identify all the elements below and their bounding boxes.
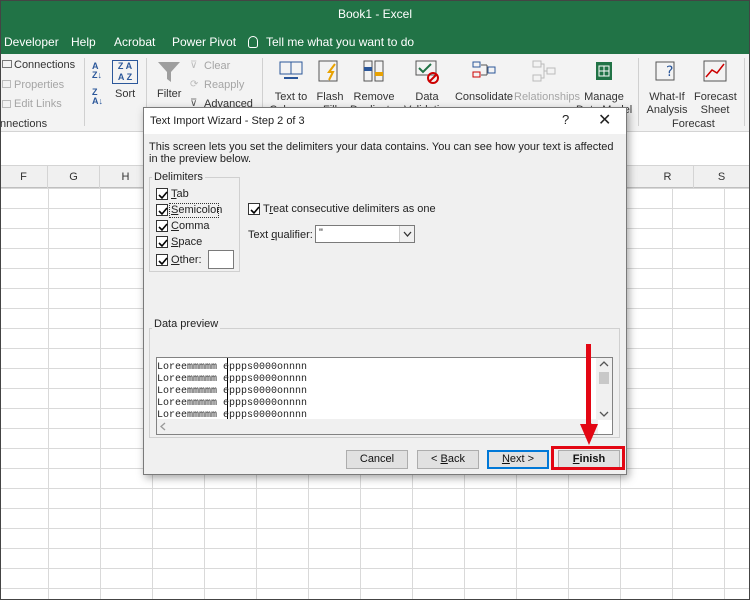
column-header-r[interactable]: R — [642, 166, 694, 188]
preview-rows: Loreemmmmm eppps0000onnnn Loreemmmmm epp… — [157, 362, 307, 422]
window-title: Book1 - Excel — [337, 7, 413, 21]
red-arrow-icon — [580, 344, 598, 445]
remove-duplicates-icon — [363, 60, 384, 82]
clear-button[interactable]: Clear — [204, 60, 230, 72]
data-preview-label: Data preview — [152, 318, 221, 330]
text-import-wizard-dialog: Text Import Wizard - Step 2 of 3 ? ✕ Thi… — [143, 107, 627, 475]
column-header-g[interactable]: G — [48, 166, 100, 188]
properties-icon — [2, 80, 11, 88]
back-button[interactable]: < Back — [417, 450, 479, 469]
consolidate-label: Consolidate — [454, 91, 514, 103]
data-preview-box[interactable]: Loreemmmmm eppps0000onnnn Loreemmmmm epp… — [156, 357, 613, 435]
data-model-icon — [596, 62, 612, 80]
next-button[interactable]: Next > — [487, 450, 549, 469]
sort-az-icon: A Z↓ — [92, 61, 102, 80]
connections-icon — [2, 60, 12, 68]
forecast-sheet-icon — [703, 60, 727, 82]
finish-highlight-box — [551, 446, 625, 470]
lightbulb-icon — [248, 36, 258, 48]
text-to-columns-icon — [279, 61, 303, 79]
filter-icon — [158, 62, 180, 82]
edit-links-button[interactable]: Edit Links — [14, 98, 62, 110]
cancel-button[interactable]: Cancel — [346, 450, 408, 469]
properties-button[interactable]: Properties — [14, 79, 64, 91]
data-validation-icon — [415, 60, 439, 84]
scroll-down-icon — [599, 411, 609, 417]
consolidate-button[interactable]: Consolidate — [454, 58, 514, 103]
edit-links-icon — [2, 100, 11, 108]
title-bar: Book1 - Excel — [0, 0, 750, 30]
space-label: Space — [171, 236, 203, 248]
flash-fill-icon — [318, 60, 338, 82]
semicolon-label: Semicolon — [171, 204, 223, 216]
relationships-icon — [532, 60, 556, 82]
connections-group-label: nnections — [0, 118, 48, 130]
space-checkbox[interactable] — [156, 236, 168, 248]
reapply-icon: ⟳ — [190, 79, 199, 90]
text-qualifier-value: " — [319, 227, 323, 239]
tab-developer[interactable]: Developer — [4, 35, 59, 49]
preview-row: Loreemmmmm eppps0000onnnn — [157, 362, 308, 373]
checkmark-icon — [158, 207, 168, 216]
checkmark-icon — [158, 257, 168, 266]
scroll-up-icon — [599, 361, 609, 367]
checkmark-icon — [158, 223, 168, 232]
forecast-group-label: Forecast — [672, 118, 715, 130]
tab-checkbox[interactable] — [156, 188, 168, 200]
reapply-button[interactable]: Reapply — [204, 79, 244, 91]
other-label: Other: — [171, 254, 202, 266]
comma-label: Comma — [171, 220, 210, 232]
forecast-sheet-label: Forecast Sheet — [694, 91, 737, 116]
semicolon-checkbox[interactable] — [156, 204, 168, 216]
sort-za-icon: Z A↓ — [92, 87, 103, 106]
checkmark-icon — [158, 239, 168, 248]
text-qualifier-label: Text qualifier: — [248, 229, 313, 241]
checkmark-icon — [250, 206, 260, 215]
sort-button[interactable]: Sort — [115, 88, 135, 100]
chevron-down-icon[interactable] — [399, 226, 414, 242]
preview-row: Loreemmmmm eppps0000onnnn — [157, 398, 308, 409]
consolidate-icon — [472, 61, 496, 78]
column-header-s[interactable]: S — [694, 166, 750, 188]
forecast-sheet-button[interactable]: Forecast Sheet — [694, 58, 737, 117]
text-qualifier-select[interactable]: " — [315, 225, 415, 243]
treat-consecutive-checkbox[interactable] — [248, 203, 260, 215]
preview-row: Loreemmmmm eppps0000onnnn — [157, 386, 308, 397]
relationships-button[interactable]: Relationships — [514, 58, 581, 103]
column-header-f[interactable]: F — [0, 166, 48, 188]
tell-me-search[interactable]: Tell me what you want to do — [248, 35, 414, 49]
scroll-thumb — [599, 372, 609, 384]
tab-label: Tab — [171, 188, 189, 200]
dialog-titlebar: Text Import Wizard - Step 2 of 3 ? ✕ — [144, 108, 626, 134]
dialog-description: This screen lets you set the delimiters … — [149, 141, 614, 165]
treat-consecutive-label: Treat consecutive delimiters as one — [263, 203, 436, 215]
what-if-analysis-button[interactable]: ? What-If Analysis — [642, 58, 692, 117]
scroll-left-icon — [160, 422, 166, 431]
clear-icon: ⊽ — [190, 60, 198, 71]
dialog-title: Text Import Wizard - Step 2 of 3 — [150, 115, 305, 127]
ribbon-tabs: Developer Help Acrobat Power Pivot Tell … — [0, 30, 750, 54]
close-icon[interactable]: ✕ — [598, 110, 611, 130]
filter-button[interactable]: Filter — [157, 88, 181, 100]
tab-help[interactable]: Help — [71, 35, 96, 49]
tab-acrobat[interactable]: Acrobat — [114, 35, 155, 49]
horizontal-scrollbar[interactable] — [157, 419, 598, 434]
tab-power-pivot[interactable]: Power Pivot — [172, 35, 236, 49]
comma-checkbox[interactable] — [156, 220, 168, 232]
help-icon[interactable]: ? — [562, 112, 569, 127]
relationships-label: Relationships — [514, 91, 581, 103]
what-if-icon: ? — [655, 61, 675, 81]
other-delimiter-input[interactable] — [208, 250, 234, 269]
other-checkbox[interactable] — [156, 254, 168, 266]
sort-dialog-icon: Z AA Z — [112, 60, 138, 84]
preview-row: Loreemmmmm eppps0000onnnn — [157, 374, 308, 385]
checkmark-icon — [158, 191, 168, 200]
tell-me-text: Tell me what you want to do — [266, 35, 415, 49]
svg-text:?: ? — [666, 64, 673, 80]
connections-button[interactable]: Connections — [14, 59, 75, 71]
delimiters-label: Delimiters — [152, 171, 205, 183]
what-if-label: What-If Analysis — [646, 91, 688, 116]
